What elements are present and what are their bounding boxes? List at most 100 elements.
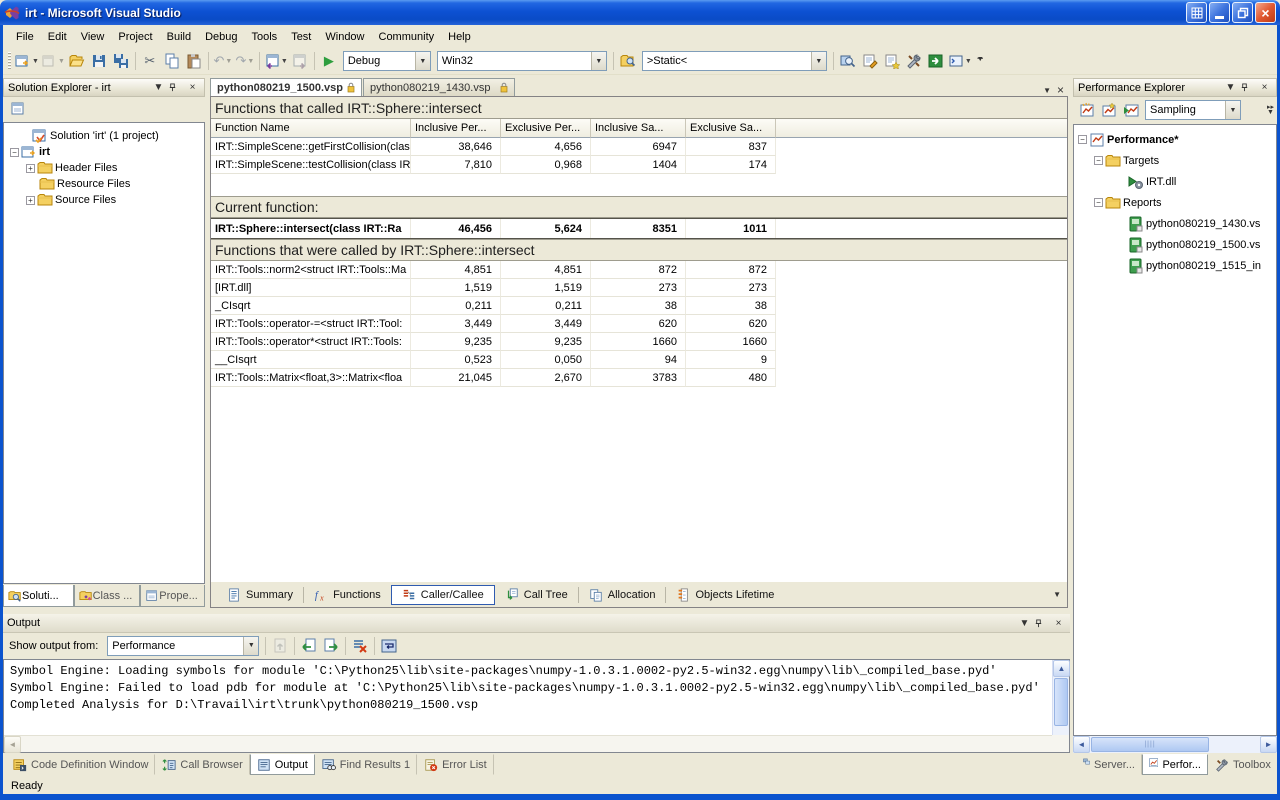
column-header-exclusive-samples[interactable]: Exclusive Sa... <box>686 119 776 138</box>
goto-message-button[interactable] <box>269 635 291 657</box>
combo-dropdown-button[interactable]: ▼ <box>591 52 606 70</box>
combo-dropdown-button[interactable]: ▼ <box>415 52 430 70</box>
tab-find-results-1[interactable]: Find Results 1 <box>315 754 417 775</box>
tab-properties[interactable]: Prope... <box>140 585 205 607</box>
collapse-expander-icon[interactable]: − <box>1094 156 1103 165</box>
collapse-expander-icon[interactable]: − <box>1078 135 1087 144</box>
open-file-button[interactable] <box>66 50 88 72</box>
scrollbar-thumb[interactable] <box>1054 678 1068 726</box>
document-list-dropdown-icon[interactable]: ▼ <box>1043 86 1051 95</box>
combo-dropdown-button[interactable]: ▼ <box>1225 101 1240 119</box>
add-item-button[interactable]: ▼ <box>40 50 66 72</box>
output-vertical-scrollbar[interactable]: ▲ <box>1052 660 1069 735</box>
toolbar-grip[interactable] <box>8 52 11 70</box>
output-horizontal-scrollbar[interactable]: ◄ <box>4 735 1052 752</box>
window-position-icon[interactable]: ▼ <box>1223 82 1238 93</box>
find-in-files-button[interactable] <box>617 50 639 72</box>
properties-button[interactable] <box>7 98 29 120</box>
restore-button[interactable] <box>1232 2 1253 23</box>
auto-hide-pin-icon[interactable] <box>168 83 183 92</box>
close-panel-icon[interactable]: × <box>1051 618 1066 629</box>
tab-toolbox[interactable]: Toolbox <box>1208 754 1278 775</box>
menu-window[interactable]: Window <box>318 28 371 46</box>
solution-platforms-combobox[interactable]: Win32 ▼ <box>437 51 607 71</box>
menu-debug[interactable]: Debug <box>198 28 244 46</box>
start-page-button[interactable] <box>925 50 947 72</box>
close-document-icon[interactable]: × <box>1057 83 1064 97</box>
navigate-backward-button[interactable]: ▼ <box>263 50 289 72</box>
doc-tab-python080219_1430[interactable]: python080219_1430.vsp <box>363 78 516 97</box>
combo-dropdown-button[interactable]: ▼ <box>243 637 258 655</box>
menu-community[interactable]: Community <box>372 28 442 46</box>
scroll-right-icon[interactable]: ► <box>1260 736 1277 753</box>
toggle-word-wrap-button[interactable] <box>378 635 400 657</box>
caller-row[interactable]: IRT::SimpleScene::testCollision(class IR… <box>211 156 1067 174</box>
collapse-expander-icon[interactable]: − <box>10 148 19 157</box>
start-debugging-button[interactable]: ▶ <box>318 50 340 72</box>
view-tabs-overflow-icon[interactable]: ▼ <box>1053 590 1061 599</box>
expand-expander-icon[interactable]: + <box>26 196 35 205</box>
tree-item-report[interactable]: python080219_1500.vs <box>1074 234 1276 255</box>
menu-project[interactable]: Project <box>111 28 159 46</box>
callee-row[interactable]: IRT::Tools::operator-=<struct IRT::Tool:… <box>211 315 1067 333</box>
profiling-mode-combobox[interactable]: Sampling ▼ <box>1145 100 1241 120</box>
save-all-button[interactable] <box>110 50 132 72</box>
caller-row[interactable]: IRT::SimpleScene::getFirstCollision(clas… <box>211 138 1067 156</box>
layout-grid-button[interactable] <box>1186 2 1207 23</box>
tree-item-solution[interactable]: Solution 'irt' (1 project) <box>4 128 204 144</box>
tree-item-reports[interactable]: − Reports <box>1074 192 1276 213</box>
callee-row[interactable]: __CIsqrt 0,523 0,050 94 9 <box>211 351 1067 369</box>
save-button[interactable] <box>88 50 110 72</box>
scroll-left-icon[interactable]: ◄ <box>1073 736 1090 753</box>
command-window-button[interactable]: ▼ <box>947 50 973 72</box>
launch-with-profiling-button[interactable] <box>1120 99 1142 121</box>
tree-item-project[interactable]: − irt <box>4 144 204 160</box>
tab-code-definition-window[interactable]: Code Definition Window <box>6 754 155 775</box>
scrollbar-thumb[interactable]: |||| <box>1091 737 1209 752</box>
tab-error-list[interactable]: Error List <box>417 754 494 775</box>
close-button[interactable]: × <box>1255 2 1276 23</box>
tree-item-report[interactable]: python080219_1515_in <box>1074 255 1276 276</box>
tab-server-explorer[interactable]: Server... <box>1076 754 1142 775</box>
view-tab-objects-lifetime[interactable]: Objects Lifetime <box>666 585 784 605</box>
tree-item-source-files[interactable]: + Source Files <box>4 192 204 208</box>
expand-expander-icon[interactable]: + <box>26 164 35 173</box>
auto-hide-pin-icon[interactable] <box>1034 619 1049 628</box>
performance-explorer-horizontal-scrollbar[interactable]: ◄ |||| ► <box>1073 736 1277 753</box>
tab-solution-explorer[interactable]: Soluti... <box>3 585 74 607</box>
menu-build[interactable]: Build <box>160 28 198 46</box>
callee-row[interactable]: [IRT.dll] 1,519 1,519 273 273 <box>211 279 1067 297</box>
auto-hide-pin-icon[interactable] <box>1240 83 1255 92</box>
find-symbol-button[interactable] <box>837 50 859 72</box>
object-browser-button[interactable] <box>881 50 903 72</box>
properties-window-button[interactable] <box>859 50 881 72</box>
view-tab-summary[interactable]: Summary <box>217 585 303 605</box>
new-project-button[interactable]: ▼ <box>14 50 40 72</box>
menu-help[interactable]: Help <box>441 28 478 46</box>
menu-test[interactable]: Test <box>284 28 318 46</box>
doc-tab-python080219_1500[interactable]: python080219_1500.vsp <box>210 78 362 97</box>
output-source-combobox[interactable]: Performance ▼ <box>107 636 259 656</box>
previous-message-button[interactable] <box>298 635 320 657</box>
launch-performance-wizard-button[interactable] <box>1076 99 1098 121</box>
toolbar-overflow-button[interactable]: ▸▸▼ <box>1267 105 1274 115</box>
output-text-area[interactable]: Symbol Engine: Loading symbols for modul… <box>3 659 1070 753</box>
callee-row[interactable]: IRT::Tools::Matrix<float,3>::Matrix<floa… <box>211 369 1067 387</box>
tree-item-targets[interactable]: − Targets <box>1074 150 1276 171</box>
window-position-icon[interactable]: ▼ <box>151 82 166 93</box>
next-message-button[interactable] <box>320 635 342 657</box>
column-header-inclusive-percent[interactable]: Inclusive Per... <box>411 119 501 138</box>
current-function-row[interactable]: IRT::Sphere::intersect(class IRT::Ra 46,… <box>211 218 1067 239</box>
collapse-expander-icon[interactable]: − <box>1094 198 1103 207</box>
menu-view[interactable]: View <box>74 28 112 46</box>
tab-class-view[interactable]: Class ... <box>74 585 141 607</box>
column-header-function-name[interactable]: Function Name <box>211 119 411 138</box>
callee-row[interactable]: IRT::Tools::norm2<struct IRT::Tools::Ma … <box>211 261 1067 279</box>
scroll-left-icon[interactable]: ◄ <box>4 736 21 753</box>
callee-row[interactable]: IRT::Tools::operator*<struct IRT::Tools:… <box>211 333 1067 351</box>
clear-all-button[interactable] <box>349 635 371 657</box>
menu-tools[interactable]: Tools <box>245 28 285 46</box>
view-tab-call-tree[interactable]: Call Tree <box>495 585 578 605</box>
tree-item-report[interactable]: python080219_1430.vs <box>1074 213 1276 234</box>
menu-edit[interactable]: Edit <box>41 28 74 46</box>
